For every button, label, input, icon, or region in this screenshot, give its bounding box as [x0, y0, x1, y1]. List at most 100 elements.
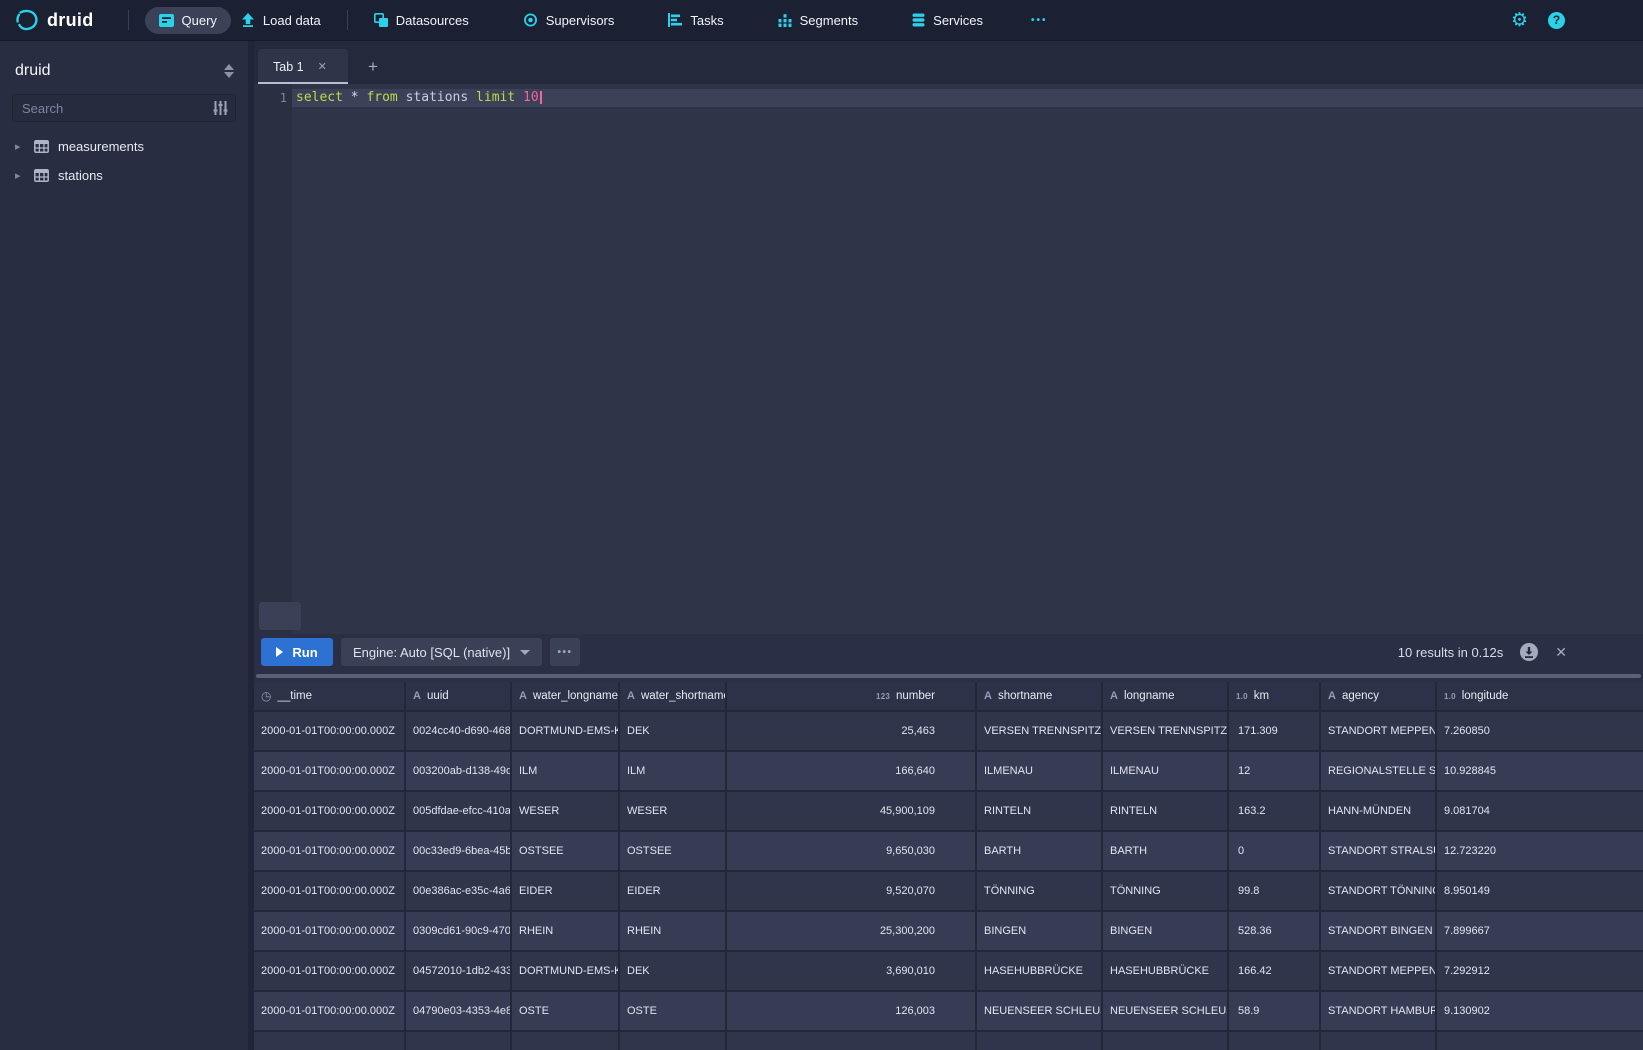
editor-scrollbar-thumb[interactable] [259, 602, 301, 630]
table-cell[interactable]: EIDER [620, 872, 727, 912]
table-cell[interactable]: TÖNNING [977, 872, 1103, 912]
table-cell[interactable]: OSTE [512, 992, 620, 1032]
search-input[interactable] [22, 101, 213, 116]
table-cell[interactable]: 12 [1229, 752, 1321, 792]
table-cell[interactable]: STANDORT STRALSUND [1321, 832, 1437, 872]
table-cell[interactable]: BINGEN [1103, 912, 1229, 952]
column-header-agency[interactable]: Aagency [1321, 682, 1437, 712]
table-cell[interactable]: BARTH [977, 832, 1103, 872]
download-results-icon[interactable] [1520, 643, 1538, 661]
column-header-longname[interactable]: Alongname [1103, 682, 1229, 712]
sidebar-table-stations[interactable]: ▸ stations [0, 161, 248, 190]
close-results-icon[interactable]: ✕ [1555, 644, 1567, 661]
table-cell[interactable]: RHEIN [620, 912, 727, 952]
table-cell[interactable]: REGIONALSTELLE SUHL [1321, 752, 1437, 792]
table-cell[interactable]: 3,690,010 [727, 952, 977, 992]
table-cell[interactable]: 2000-01-01T00:00:00.000Z [254, 872, 406, 912]
table-cell[interactable]: 9,520,070 [727, 872, 977, 912]
table-cell[interactable]: 7.899667 [1437, 912, 1643, 952]
table-cell[interactable]: BINGEN [977, 912, 1103, 952]
nav-item-supervisors[interactable]: Supervisors [513, 7, 625, 34]
table-cell[interactable]: 25,300,200 [727, 912, 977, 952]
nav-item-datasources[interactable]: Datasources [364, 7, 479, 34]
table-cell[interactable]: 126,003 [727, 992, 977, 1032]
table-cell[interactable]: 0024cc40-d690-468d-84 [406, 712, 512, 752]
table-cell[interactable]: 163.2 [1229, 792, 1321, 832]
table-cell[interactable]: DEK [620, 952, 727, 992]
table-cell[interactable]: 166.42 [1229, 952, 1321, 992]
table-cell[interactable]: HASEHUBBRÜCKE [977, 952, 1103, 992]
table-cell[interactable] [1321, 1032, 1437, 1050]
engine-select-button[interactable]: Engine: Auto [SQL (native)] [341, 638, 542, 666]
table-cell[interactable]: STANDORT MEPPEN [1321, 712, 1437, 752]
column-header-km[interactable]: 1.0km [1229, 682, 1321, 712]
table-cell[interactable]: RINTELN [1103, 792, 1229, 832]
nav-item-query[interactable]: Query [145, 7, 231, 34]
tab-close-icon[interactable]: ✕ [314, 58, 331, 75]
table-cell[interactable]: 2000-01-01T00:00:00.000Z [254, 832, 406, 872]
table-cell[interactable]: 9.130902 [1437, 992, 1643, 1032]
nav-item-tasks[interactable]: Tasks [658, 7, 733, 34]
sql-editor[interactable]: 1 select * from stations limit 10 [254, 84, 1643, 634]
table-cell[interactable] [254, 1032, 406, 1050]
table-cell[interactable]: 166,640 [727, 752, 977, 792]
column-header-water_longname[interactable]: Awater_longname [512, 682, 620, 712]
table-cell[interactable]: 171.309 [1229, 712, 1321, 752]
table-cell[interactable]: 2000-01-01T00:00:00.000Z [254, 912, 406, 952]
table-cell[interactable]: ILMENAU [1103, 752, 1229, 792]
table-cell[interactable]: 0 [1229, 832, 1321, 872]
column-header-shortname[interactable]: Ashortname [977, 682, 1103, 712]
table-cell[interactable]: 7.260850 [1437, 712, 1643, 752]
table-cell[interactable]: 00e386ac-e35c-4a6e-80 [406, 872, 512, 912]
table-cell[interactable]: NEUENSEER SCHLEUSEN [977, 992, 1103, 1032]
table-cell[interactable]: 10.928845 [1437, 752, 1643, 792]
table-cell[interactable]: 003200ab-d138-49d9-aa [406, 752, 512, 792]
table-cell[interactable]: HASEHUBBRÜCKE [1103, 952, 1229, 992]
table-cell[interactable]: BARTH [1103, 832, 1229, 872]
table-cell[interactable]: 2000-01-01T00:00:00.000Z [254, 752, 406, 792]
double-caret-vertical-icon[interactable] [224, 64, 234, 78]
column-header-water_shortname[interactable]: Awater_shortname [620, 682, 727, 712]
table-cell[interactable] [1437, 1032, 1643, 1050]
nav-item-load-data[interactable]: Load data [231, 7, 331, 34]
nav-item-segments[interactable]: Segments [768, 7, 869, 34]
table-cell[interactable]: STANDORT MEPPEN [1321, 952, 1437, 992]
table-cell[interactable]: 45,900,109 [727, 792, 977, 832]
table-cell[interactable]: RINTELN [977, 792, 1103, 832]
table-cell[interactable]: 04790e03-4353-4e80-be [406, 992, 512, 1032]
nav-item-services[interactable]: Services [902, 7, 993, 34]
table-cell[interactable]: 12.723220 [1437, 832, 1643, 872]
settings-gear-icon[interactable]: ⚙ [1511, 11, 1528, 30]
tab-1[interactable]: Tab 1 ✕ [258, 49, 348, 84]
table-cell[interactable]: DEK [620, 712, 727, 752]
table-cell[interactable]: STANDORT BINGEN [1321, 912, 1437, 952]
column-header-uuid[interactable]: Auuid [406, 682, 512, 712]
table-cell[interactable]: NEUENSEER SCHLEUSEN [1103, 992, 1229, 1032]
column-header-number[interactable]: 123number [727, 682, 977, 712]
table-cell[interactable]: VERSEN TRENNSPITZE [977, 712, 1103, 752]
table-cell[interactable]: 8.950149 [1437, 872, 1643, 912]
table-cell[interactable]: WESER [620, 792, 727, 832]
table-cell[interactable]: OSTE [620, 992, 727, 1032]
table-cell[interactable]: 99.8 [1229, 872, 1321, 912]
table-cell[interactable]: 005dfdae-efcc-410a-bf1 [406, 792, 512, 832]
table-cell[interactable]: VERSEN TRENNSPITZE [1103, 712, 1229, 752]
column-header-__time[interactable]: ◷__time [254, 682, 406, 712]
table-cell[interactable]: 25,463 [727, 712, 977, 752]
run-button[interactable]: Run [261, 638, 333, 666]
table-cell[interactable] [620, 1032, 727, 1050]
table-cell[interactable]: 04572010-1db2-4338-85 [406, 952, 512, 992]
table-cell[interactable] [1103, 1032, 1229, 1050]
table-cell[interactable]: 528.36 [1229, 912, 1321, 952]
table-cell[interactable]: STANDORT HAMBURG [1321, 992, 1437, 1032]
add-tab-button[interactable]: + [360, 49, 386, 84]
table-cell[interactable]: ILM [512, 752, 620, 792]
table-cell[interactable]: DORTMUND-EMS-KANA [512, 712, 620, 752]
table-cell[interactable]: 2000-01-01T00:00:00.000Z [254, 952, 406, 992]
chevron-right-icon[interactable]: ▸ [15, 140, 25, 153]
table-cell[interactable]: 00c33ed9-6bea-45b4-87 [406, 832, 512, 872]
table-cell[interactable]: 2000-01-01T00:00:00.000Z [254, 792, 406, 832]
table-cell[interactable]: 2000-01-01T00:00:00.000Z [254, 992, 406, 1032]
chevron-right-icon[interactable]: ▸ [15, 169, 25, 182]
help-icon[interactable]: ? [1548, 12, 1565, 29]
